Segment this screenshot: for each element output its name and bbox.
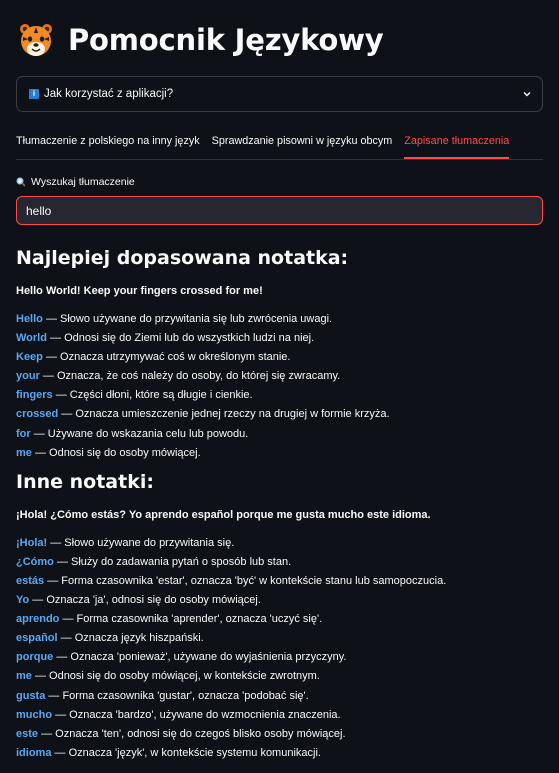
definition-word: fingers bbox=[16, 389, 53, 402]
help-expander-label: Jak korzystać z aplikacji? bbox=[44, 88, 174, 100]
definition-row: me — Odnosi się do osoby mówiącej. bbox=[16, 444, 543, 463]
definition-word: este bbox=[16, 727, 39, 740]
magnifying-glass-icon bbox=[16, 177, 26, 187]
definition-meaning: — Oznacza 'język', w kontekście systemu … bbox=[51, 746, 321, 759]
chevron-down-icon bbox=[523, 92, 531, 97]
other-notes-heading: Inne notatki: bbox=[16, 470, 154, 493]
definition-meaning: — Służy do zadawania pytań o sposób lub … bbox=[53, 555, 292, 568]
tiger-face-icon bbox=[20, 24, 52, 56]
definition-row: idioma — Oznacza 'język', w kontekście s… bbox=[16, 744, 543, 763]
tab-saved-translations[interactable]: Zapisane tłumaczenia bbox=[404, 132, 510, 159]
definition-word: your bbox=[16, 370, 40, 383]
definition-meaning: — Forma czasownika 'gustar', oznacza 'po… bbox=[45, 689, 309, 702]
definition-word: for bbox=[16, 427, 31, 440]
definition-row: for — Używane do wskazania celu lub powo… bbox=[16, 425, 543, 444]
definition-word: crossed bbox=[16, 408, 59, 421]
definition-row: porque — Oznacza 'ponieważ', używane do … bbox=[16, 648, 543, 667]
definition-row: ¡Hola! — Słowo używane do przywitania si… bbox=[16, 534, 543, 553]
definition-meaning: — Oznacza umieszczenie jednej rzeczy na … bbox=[58, 408, 390, 421]
definition-row: ¿Cómo — Służy do zadawania pytań o sposó… bbox=[16, 553, 543, 572]
definition-word: idioma bbox=[16, 746, 52, 759]
definition-meaning: — Forma czasownika 'aprender', oznacza '… bbox=[59, 613, 323, 626]
definition-meaning: — Oznacza 'ja', odnosi się do osoby mówi… bbox=[29, 594, 261, 607]
search-input[interactable] bbox=[26, 203, 533, 218]
definition-row: Hello — Słowo używane do przywitania się… bbox=[16, 310, 543, 329]
best-match-heading: Najlepiej dopasowana notatka: bbox=[16, 247, 349, 269]
definition-word: aprendo bbox=[16, 613, 60, 626]
tab-bar: Tłumaczenie z polskiego na inny język Sp… bbox=[16, 132, 543, 160]
definition-row: aprendo — Forma czasownika 'aprender', o… bbox=[16, 610, 543, 629]
definition-meaning: — Używane do wskazania celu lub powodu. bbox=[30, 427, 249, 440]
definition-row: gusta — Forma czasownika 'gustar', oznac… bbox=[16, 687, 543, 706]
other-note: ¡Hola! ¿Cómo estás? Yo aprendo español p… bbox=[16, 508, 431, 521]
definition-row: mucho — Oznacza 'bardzo', używane do wzm… bbox=[16, 706, 543, 725]
definition-meaning: — Oznacza 'ponieważ', używane do wyjaśni… bbox=[53, 651, 347, 664]
definition-word: estás bbox=[16, 574, 45, 587]
definition-row: World — Odnosi się do Ziemi lub do wszys… bbox=[16, 329, 543, 348]
definition-word: Keep bbox=[16, 351, 43, 364]
definition-word: mucho bbox=[16, 708, 53, 721]
definition-meaning: — Odnosi się do Ziemi lub do wszystkich … bbox=[46, 332, 315, 345]
definition-meaning: — Części dłoni, które są długie i cienki… bbox=[52, 389, 253, 402]
definition-row: Yo — Oznacza 'ja', odnosi się do osoby m… bbox=[16, 591, 543, 610]
definition-row: crossed — Oznacza umieszczenie jednej rz… bbox=[16, 405, 543, 424]
tab-translate[interactable]: Tłumaczenie z polskiego na inny język bbox=[16, 132, 200, 159]
definition-word: ¡Hola! bbox=[16, 536, 48, 549]
definition-row: fingers — Części dłoni, które są długie … bbox=[16, 386, 543, 405]
definition-word: porque bbox=[16, 651, 54, 664]
definition-meaning: — Oznacza, że coś należy do osoby, do kt… bbox=[39, 370, 341, 383]
definition-meaning: — Oznacza utrzymywać coś w określonym st… bbox=[42, 351, 291, 364]
definition-word: Hello bbox=[16, 313, 43, 325]
definition-word: me bbox=[16, 670, 32, 683]
definition-meaning: — Odnosi się do osoby mówiącej. bbox=[31, 446, 201, 459]
search-label: Wyszukaj tłumaczenie bbox=[31, 176, 135, 188]
search-box[interactable] bbox=[16, 196, 543, 225]
definition-meaning: — Forma czasownika 'estar', oznacza 'być… bbox=[44, 574, 447, 587]
search-label-row: Wyszukaj tłumaczenie bbox=[16, 176, 543, 188]
definition-row: Keep — Oznacza utrzymywać coś w określon… bbox=[16, 348, 543, 367]
definition-row: your — Oznacza, że coś należy do osoby, … bbox=[16, 367, 543, 386]
best-match-definitions: Hello — Słowo używane do przywitania się… bbox=[16, 310, 543, 463]
definition-meaning: — Słowo używane do przywitania się. bbox=[47, 536, 235, 549]
app-title: Pomocnik Językowy bbox=[68, 23, 384, 57]
tab-spellcheck[interactable]: Sprawdzanie pisowni w języku obcym bbox=[212, 132, 393, 159]
other-notes-definitions: ¡Hola! — Słowo używane do przywitania si… bbox=[16, 534, 543, 763]
definition-word: gusta bbox=[16, 689, 46, 702]
definition-word: me bbox=[16, 446, 32, 459]
definition-meaning: — Oznacza 'ten', odnosi się do czegoś bl… bbox=[38, 727, 346, 740]
definition-word: ¿Cómo bbox=[16, 555, 54, 568]
definition-word: World bbox=[16, 332, 47, 345]
definition-meaning: — Słowo używane do przywitania się lub z… bbox=[42, 313, 333, 325]
definition-row: español — Oznacza język hiszpański. bbox=[16, 629, 543, 648]
definition-meaning: — Odnosi się do osoby mówiącej, w kontek… bbox=[31, 670, 320, 683]
header: Pomocnik Językowy bbox=[16, 0, 543, 76]
definition-word: español bbox=[16, 632, 58, 645]
info-icon: i bbox=[29, 89, 39, 99]
best-match-note: Hello World! Keep your fingers crossed f… bbox=[16, 285, 263, 297]
definition-word: Yo bbox=[16, 594, 30, 607]
definition-meaning: — Oznacza 'bardzo', używane do wzmocnien… bbox=[52, 708, 341, 721]
definition-row: este — Oznacza 'ten', odnosi się do czeg… bbox=[16, 725, 543, 744]
definition-row: estás — Forma czasownika 'estar', oznacz… bbox=[16, 572, 543, 591]
definition-row: me — Odnosi się do osoby mówiącej, w kon… bbox=[16, 667, 543, 686]
definition-meaning: — Oznacza język hiszpański. bbox=[57, 632, 204, 645]
main-page: Pomocnik Językowy i Jak korzystać z apli… bbox=[0, 0, 559, 763]
help-expander[interactable]: i Jak korzystać z aplikacji? bbox=[16, 76, 543, 112]
